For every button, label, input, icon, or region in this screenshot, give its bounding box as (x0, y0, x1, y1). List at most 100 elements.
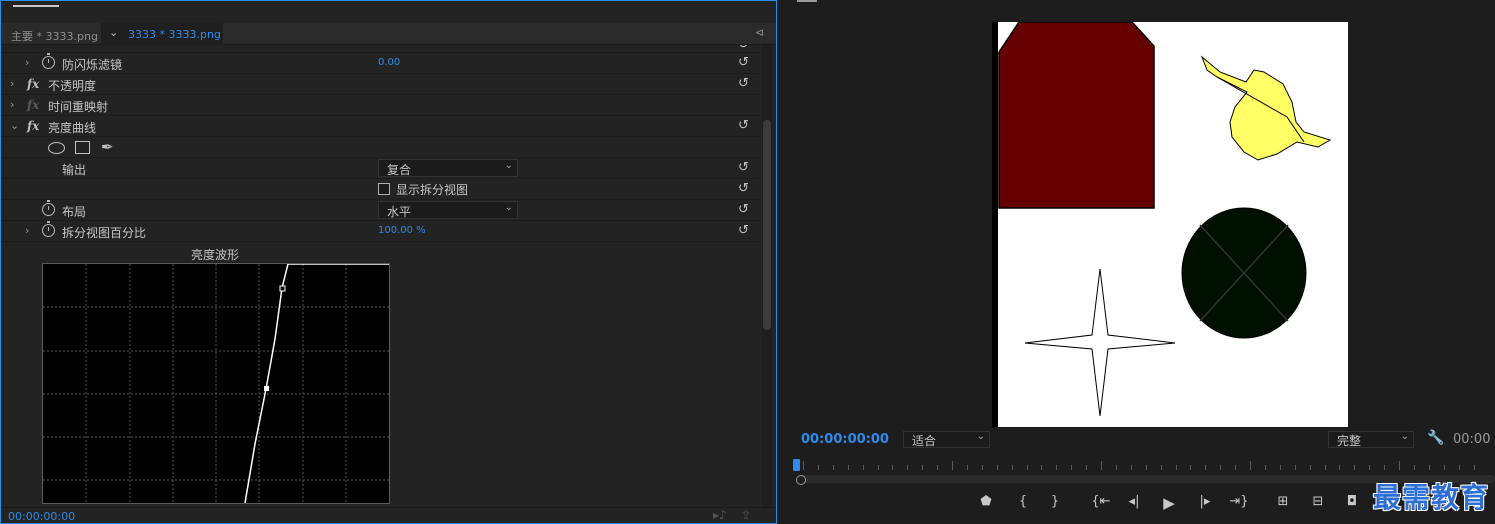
chevron-right-icon[interactable]: › (10, 98, 14, 111)
program-canvas[interactable] (992, 21, 1348, 427)
ruler-tick (1443, 465, 1445, 470)
ruler-tick (1086, 465, 1088, 470)
chevron-right-icon[interactable]: › (25, 224, 29, 237)
ruler-tick (922, 465, 924, 470)
sequence-tab[interactable]: 主要 * 3333.png (11, 28, 98, 44)
ruler-tick (1264, 465, 1266, 470)
ruler-tick (1101, 461, 1102, 470)
split-percent-value[interactable]: 100.00 % (378, 225, 426, 236)
ruler-tick (1041, 465, 1043, 470)
chevron-right-icon[interactable]: › (25, 56, 29, 69)
house-shape (998, 21, 1155, 209)
ruler-tick (1175, 465, 1177, 470)
reset-icon[interactable]: ↺ (738, 76, 749, 91)
program-monitor: 00:00:00:00 适合 ⌄ 完整 ⌄ 🔧 00:00 ⬟ { } {⇤ ◂… (779, 0, 1495, 524)
fx-icon: fx (27, 98, 40, 112)
canvas-art (992, 21, 1332, 427)
fx-icon[interactable]: fx (27, 77, 39, 91)
scrollbar-thumb[interactable] (763, 120, 771, 330)
monitor-controls-row: 00:00:00:00 适合 ⌄ 完整 ⌄ 🔧 00:00 (779, 430, 1495, 450)
graph-grid (43, 264, 389, 503)
ruler-tick (862, 465, 864, 470)
fx-icon[interactable]: fx (27, 119, 39, 133)
export-icon[interactable]: ⇪ (741, 508, 751, 522)
vertical-scrollbar[interactable] (762, 45, 772, 507)
clip-tab[interactable]: 3333 * 3333.png (101, 23, 223, 45)
ruler-tick (1011, 465, 1013, 470)
ruler-tick (1190, 465, 1192, 470)
stopwatch-icon[interactable] (42, 200, 55, 216)
reset-icon[interactable]: ↺ (738, 45, 749, 52)
ruler-tick (877, 465, 879, 470)
pen-mask-icon[interactable]: ✒ (101, 138, 114, 156)
play-icon[interactable]: ▶ (1159, 494, 1179, 512)
effect-timecode[interactable]: 00:00:00:00 (8, 510, 75, 523)
stopwatch-icon[interactable] (42, 53, 55, 69)
show-split-checkbox[interactable] (378, 183, 390, 195)
row-label: 亮度曲线 (48, 121, 97, 135)
active-tab-underline (13, 5, 59, 7)
ruler-tick (847, 465, 849, 470)
ruler-tick (1428, 465, 1430, 470)
ruler-tick (937, 465, 939, 470)
ruler-tick (1458, 465, 1460, 470)
zoom-handle[interactable] (796, 475, 806, 485)
reset-icon[interactable]: ↺ (738, 223, 749, 238)
mark-out-icon[interactable]: } (1045, 494, 1065, 509)
layout-dropdown[interactable]: 水平 ⌄ (378, 201, 518, 219)
reset-icon[interactable]: ↺ (738, 202, 749, 217)
ruler-tick (1354, 465, 1356, 470)
rectangle-mask-icon[interactable] (75, 141, 90, 154)
curve-svg (43, 263, 389, 504)
go-to-in-icon[interactable]: {⇤ (1091, 494, 1111, 509)
step-back-icon[interactable]: ◂| (1124, 494, 1144, 509)
ruler-tick (803, 461, 804, 470)
sequence-clip-bar: 主要 * 3333.png 3333 * 3333.png ⌄ ⊲ (1, 23, 776, 45)
ruler-tick (1130, 465, 1132, 470)
chevron-down-icon[interactable]: ⌄ (10, 119, 19, 132)
chevron-down-icon[interactable]: ⌄ (109, 26, 118, 39)
duration-timecode: 00:00 (1453, 432, 1491, 447)
ruler-tick (1309, 465, 1311, 470)
mark-in-icon[interactable]: { (1013, 494, 1033, 509)
ruler-tick (1294, 465, 1296, 470)
clipped-row: ↺ (1, 45, 759, 53)
reset-icon[interactable]: ↺ (738, 55, 749, 70)
ruler-tick (996, 465, 998, 470)
time-ruler[interactable] (795, 458, 1495, 472)
output-dropdown[interactable]: 复合 ⌄ (378, 159, 518, 177)
ellipse-mask-icon[interactable] (48, 142, 65, 154)
quality-select[interactable]: 完整 ⌄ (1328, 431, 1414, 448)
reset-icon[interactable]: ↺ (738, 160, 749, 175)
reset-icon[interactable]: ↺ (738, 181, 749, 196)
row-label: 输出 (62, 163, 87, 177)
playhead-marker[interactable] (793, 459, 800, 471)
row-output: 输出 复合 ⌄ ↺ (1, 158, 759, 179)
curve-point (264, 386, 269, 391)
camera-icon[interactable]: ◘ (1342, 494, 1362, 509)
row-label: 布局 (62, 205, 87, 219)
stopwatch-icon[interactable] (42, 221, 55, 237)
row-label: 时间重映射 (48, 100, 109, 114)
ruler-tick (1413, 465, 1415, 470)
panel-menu-icon[interactable]: ⊲ (755, 26, 764, 39)
luma-curve-graph[interactable] (42, 263, 390, 504)
ruler-tick (1235, 465, 1237, 470)
clip-tab-label: 3333 * 3333.png (128, 28, 221, 41)
panel-tab-strip (1, 1, 776, 9)
marker-icon[interactable]: ⬟ (976, 494, 996, 509)
insert-icon[interactable]: ⊞ (1273, 494, 1293, 509)
playhead-timecode[interactable]: 00:00:00:00 (801, 432, 889, 447)
audio-toggle-icon[interactable]: ▸♪ (713, 508, 727, 522)
wrench-icon[interactable]: 🔧 (1427, 430, 1444, 446)
go-to-out-icon[interactable]: ⇥} (1229, 494, 1249, 509)
chevron-right-icon[interactable]: › (10, 77, 14, 90)
anti-flicker-value[interactable]: 0.00 (378, 57, 400, 68)
panel-status-bar: 00:00:00:00 ▸♪ ⇪ (1, 507, 776, 523)
step-forward-icon[interactable]: |▸ (1195, 494, 1215, 509)
overwrite-icon[interactable]: ⊟ (1308, 494, 1328, 509)
row-layout: 布局 水平 ⌄ ↺ (1, 200, 759, 221)
output-value: 复合 (387, 163, 412, 177)
reset-icon[interactable]: ↺ (738, 118, 749, 133)
fit-select[interactable]: 适合 ⌄ (903, 431, 990, 448)
